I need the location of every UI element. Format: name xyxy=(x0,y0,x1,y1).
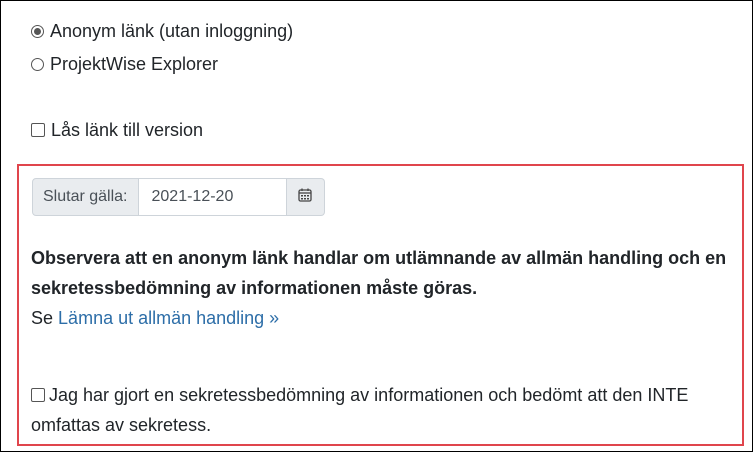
expiry-date-group: Slutar gälla: 2021-12-20 xyxy=(32,178,325,216)
lock-version-checkbox-row[interactable]: Lås länk till version xyxy=(31,118,203,142)
confidentiality-checkbox[interactable] xyxy=(31,388,45,402)
confidentiality-label: Jag har gjort en sekretessbedömning av i… xyxy=(31,385,689,435)
calendar-icon xyxy=(298,188,312,207)
radio-button[interactable] xyxy=(31,57,44,71)
radio-projectwise-explorer-label: ProjektWise Explorer xyxy=(50,54,219,74)
radio-projectwise-explorer[interactable]: ProjektWise Explorer xyxy=(31,52,218,76)
calendar-button[interactable] xyxy=(286,178,325,216)
release-public-document-link[interactable]: Lämna ut allmän handling » xyxy=(58,308,279,328)
radio-anonymous-link[interactable]: Anonym länk (utan inloggning) xyxy=(31,19,293,43)
expiry-date-label: Slutar gälla: xyxy=(32,178,139,216)
expiry-date-input[interactable]: 2021-12-20 xyxy=(138,178,287,216)
see-prefix: Se xyxy=(31,308,54,328)
radio-button-checked[interactable] xyxy=(31,24,44,38)
lock-version-label: Lås länk till version xyxy=(51,120,204,140)
confidentiality-confirmation[interactable]: Jag har gjort en sekretessbedömning av i… xyxy=(31,380,736,440)
lock-version-checkbox[interactable] xyxy=(31,123,45,137)
anonymous-link-warning: Observera att en anonym länk handlar om … xyxy=(31,243,736,333)
warning-text: Observera att en anonym länk handlar om … xyxy=(31,248,727,298)
radio-anonymous-link-label: Anonym länk (utan inloggning) xyxy=(50,21,294,41)
